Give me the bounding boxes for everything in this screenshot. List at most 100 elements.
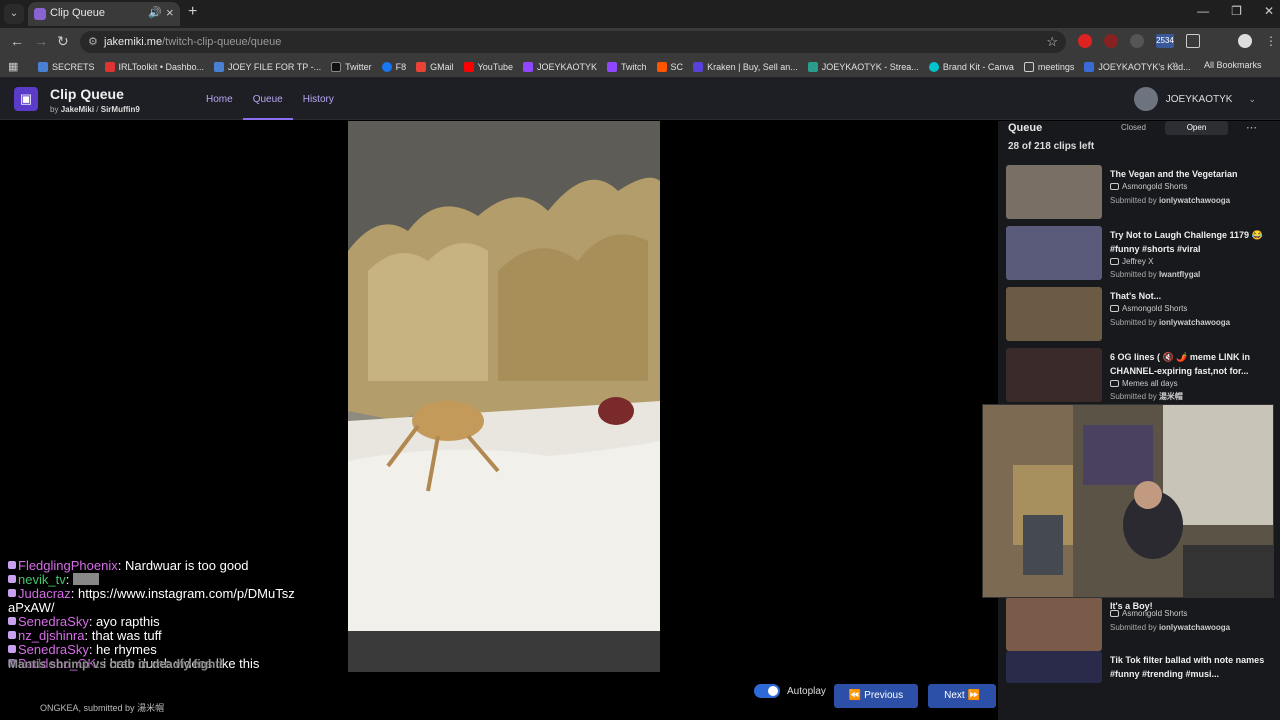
autoplay-toggle[interactable] [754,684,780,698]
browser-toolbar: ← → ↻ ⚙ jakemiki.me/twitch-clip-queue/qu… [0,28,1280,56]
channel-name: Asmongold Shorts [1122,609,1188,618]
bookmark-label: JOEY FILE FOR TP -... [228,62,322,72]
previous-button[interactable]: ⏪ Previous [834,684,918,708]
author-link[interactable]: JakeMiki [61,105,94,114]
autoplay-label: Autoplay [787,686,826,697]
bookmark-item[interactable]: SECRETS [38,59,95,75]
media-controls-icon[interactable] [1212,34,1226,48]
browser-menu-icon[interactable]: ⋮ [1264,34,1278,48]
more-options-icon[interactable]: ⋯ [1246,121,1257,134]
reload-icon[interactable]: ↻ [57,33,69,50]
youtube-icon [1110,305,1119,312]
extension-red-icon[interactable] [1078,34,1092,48]
extension-dark-red-icon[interactable] [1104,34,1118,48]
chat-message: Judacraz: https://www.instagram.com/p/DM… [8,587,298,615]
clip-title: Try Not to Laugh Challenge 1179 😂 #funny… [1110,230,1263,254]
audio-playing-icon[interactable]: 🔊 [148,6,162,19]
nav-queue[interactable]: Queue [242,78,293,120]
apps-grid-icon[interactable]: ▦ [8,60,18,73]
bookmark-item[interactable]: Twitch [607,59,647,75]
forward-arrow-icon[interactable]: → [34,33,48,49]
nav-home[interactable]: Home [196,78,243,120]
tab-search-chevron-icon[interactable]: ⌄ [4,4,24,24]
bookmark-item[interactable]: SC [656,59,683,75]
bookmark-item[interactable]: JOEY FILE FOR TP -... [214,59,321,75]
chevron-down-icon: ⌄ [1248,93,1256,104]
bookmark-item[interactable]: JOEYKAOTYK - Strea... [807,59,919,75]
clip-submitter: Submitted by ionlywatchawooga [1110,196,1230,205]
submitter-name: 湯米帽 [1158,392,1183,401]
site-info-icon[interactable]: ⚙ [88,35,98,48]
youtube-icon [1110,610,1119,617]
next-button[interactable]: Next ⏩ [928,684,996,708]
aquarium-scene [348,121,660,672]
url-text[interactable]: jakemiki.me/twitch-clip-queue/queue [104,36,281,48]
bookmark-item[interactable]: JOEYKAOTYK [523,59,597,75]
clip-queue-logo-icon[interactable]: ▣ [14,87,38,111]
bookmark-item[interactable]: Brand Kit - Canva [928,59,1014,75]
next-label: Next [944,690,965,701]
extension-badge-icon[interactable]: 2534 [1156,34,1174,48]
browser-tab[interactable]: Clip Queue 🔊 × [28,2,180,26]
tab-close-icon[interactable]: × [166,5,174,20]
youtube-icon [1110,258,1119,265]
bookmark-item[interactable]: Twitter [331,59,372,75]
chat-text: : Nardwuar is too good [117,558,249,573]
video-frame[interactable] [348,121,660,672]
bookmark-item[interactable]: IRLToolkit • Dashbo... [104,59,204,75]
channel-name: Asmongold Shorts [1122,304,1188,313]
fast-forward-icon: ⏩ [967,690,980,701]
browser-tab-bar: ⌄ Clip Queue 🔊 × + — ❐ ✕ [0,0,1280,28]
close-window-icon[interactable]: ✕ [1264,4,1274,18]
new-tab-plus-icon[interactable]: + [188,3,197,21]
closed-button[interactable]: Closed [1102,121,1165,135]
clip-submitter: Submitted by ionlywatchawooga [1110,623,1230,632]
address-bar[interactable]: ⚙ jakemiki.me/twitch-clip-queue/queue ☆ [80,31,1066,53]
restore-icon[interactable]: ❐ [1231,4,1242,18]
queue-clip-item[interactable]: Try Not to Laugh Challenge 1179 😂 #funny… [1006,226,1276,282]
extension-gray-icon[interactable] [1130,34,1144,48]
queue-clip-item[interactable]: 6 OG lines ( 🔇 🌶️ meme LINK in CHANNEL-e… [1006,348,1276,404]
queue-clip-item[interactable]: It's a Boy! Asmongold Shorts Submitted b… [1006,597,1276,653]
all-bookmarks[interactable]: All Bookmarks [1204,60,1262,70]
bookmark-label: Brand Kit - Canva [942,62,1014,72]
chat-text: : he rhymes [88,642,157,657]
separator: / [96,105,99,114]
webcam-overlay [982,404,1274,598]
queue-title: Queue [1008,122,1043,134]
back-arrow-icon[interactable]: ← [10,33,24,49]
chat-username: nevik_tv [18,572,66,587]
bookmark-label: Twitch [621,62,647,72]
bookmark-item[interactable]: YouTube [463,59,513,75]
profile-avatar-icon[interactable] [1238,34,1252,48]
clip-thumbnail [1006,597,1102,651]
nav-history[interactable]: History [293,78,344,120]
user-menu[interactable]: JOEYKAOTYK ⌄ [1133,87,1256,111]
webcam-scene [983,405,1273,597]
twitch-icon [523,62,533,72]
queue-clip-item[interactable]: Tik Tok filter ballad with note names #f… [1006,651,1276,707]
bookmark-item[interactable]: F8 [381,59,406,75]
bookmark-label: meetings [1037,62,1075,72]
chat-text: : that was tuff [84,628,162,643]
bookmark-item[interactable]: meetings [1023,59,1075,75]
open-button[interactable]: Open [1165,121,1228,135]
chat-badge-icon [8,645,16,653]
chat-message: SenedraSky: ayo rapthis [8,615,298,629]
clip-overlay-title: Mantis shrimp vs crab in deadly fight! [8,657,224,671]
bookmark-star-icon[interactable]: ☆ [1046,34,1058,50]
queue-clip-item[interactable]: That's Not... Asmongold Shorts Submitted… [1006,287,1276,343]
bookmark-item[interactable]: Kraken | Buy, Sell an... [693,59,798,75]
clip-submitter: Submitted by 湯米帽 [1110,391,1183,402]
minimize-icon[interactable]: — [1197,4,1209,18]
extensions-puzzle-icon[interactable] [1186,34,1200,48]
author-link[interactable]: SirMuffin9 [101,105,140,114]
bookmark-item[interactable]: GMail [416,59,454,75]
submitter-name: Iwantflygal [1158,270,1201,279]
clip-title: The Vegan and the Vegetarian [1110,169,1238,179]
clip-submitter: Submitted by Iwantflygal [1110,270,1200,279]
more-bookmarks-chevron-icon[interactable]: » [1172,59,1178,71]
app-byline: by JakeMiki / SirMuffin9 [50,105,140,114]
user-name: JOEYKAOTYK [1165,93,1233,105]
queue-clip-item[interactable]: The Vegan and the Vegetarian Asmongold S… [1006,165,1276,221]
